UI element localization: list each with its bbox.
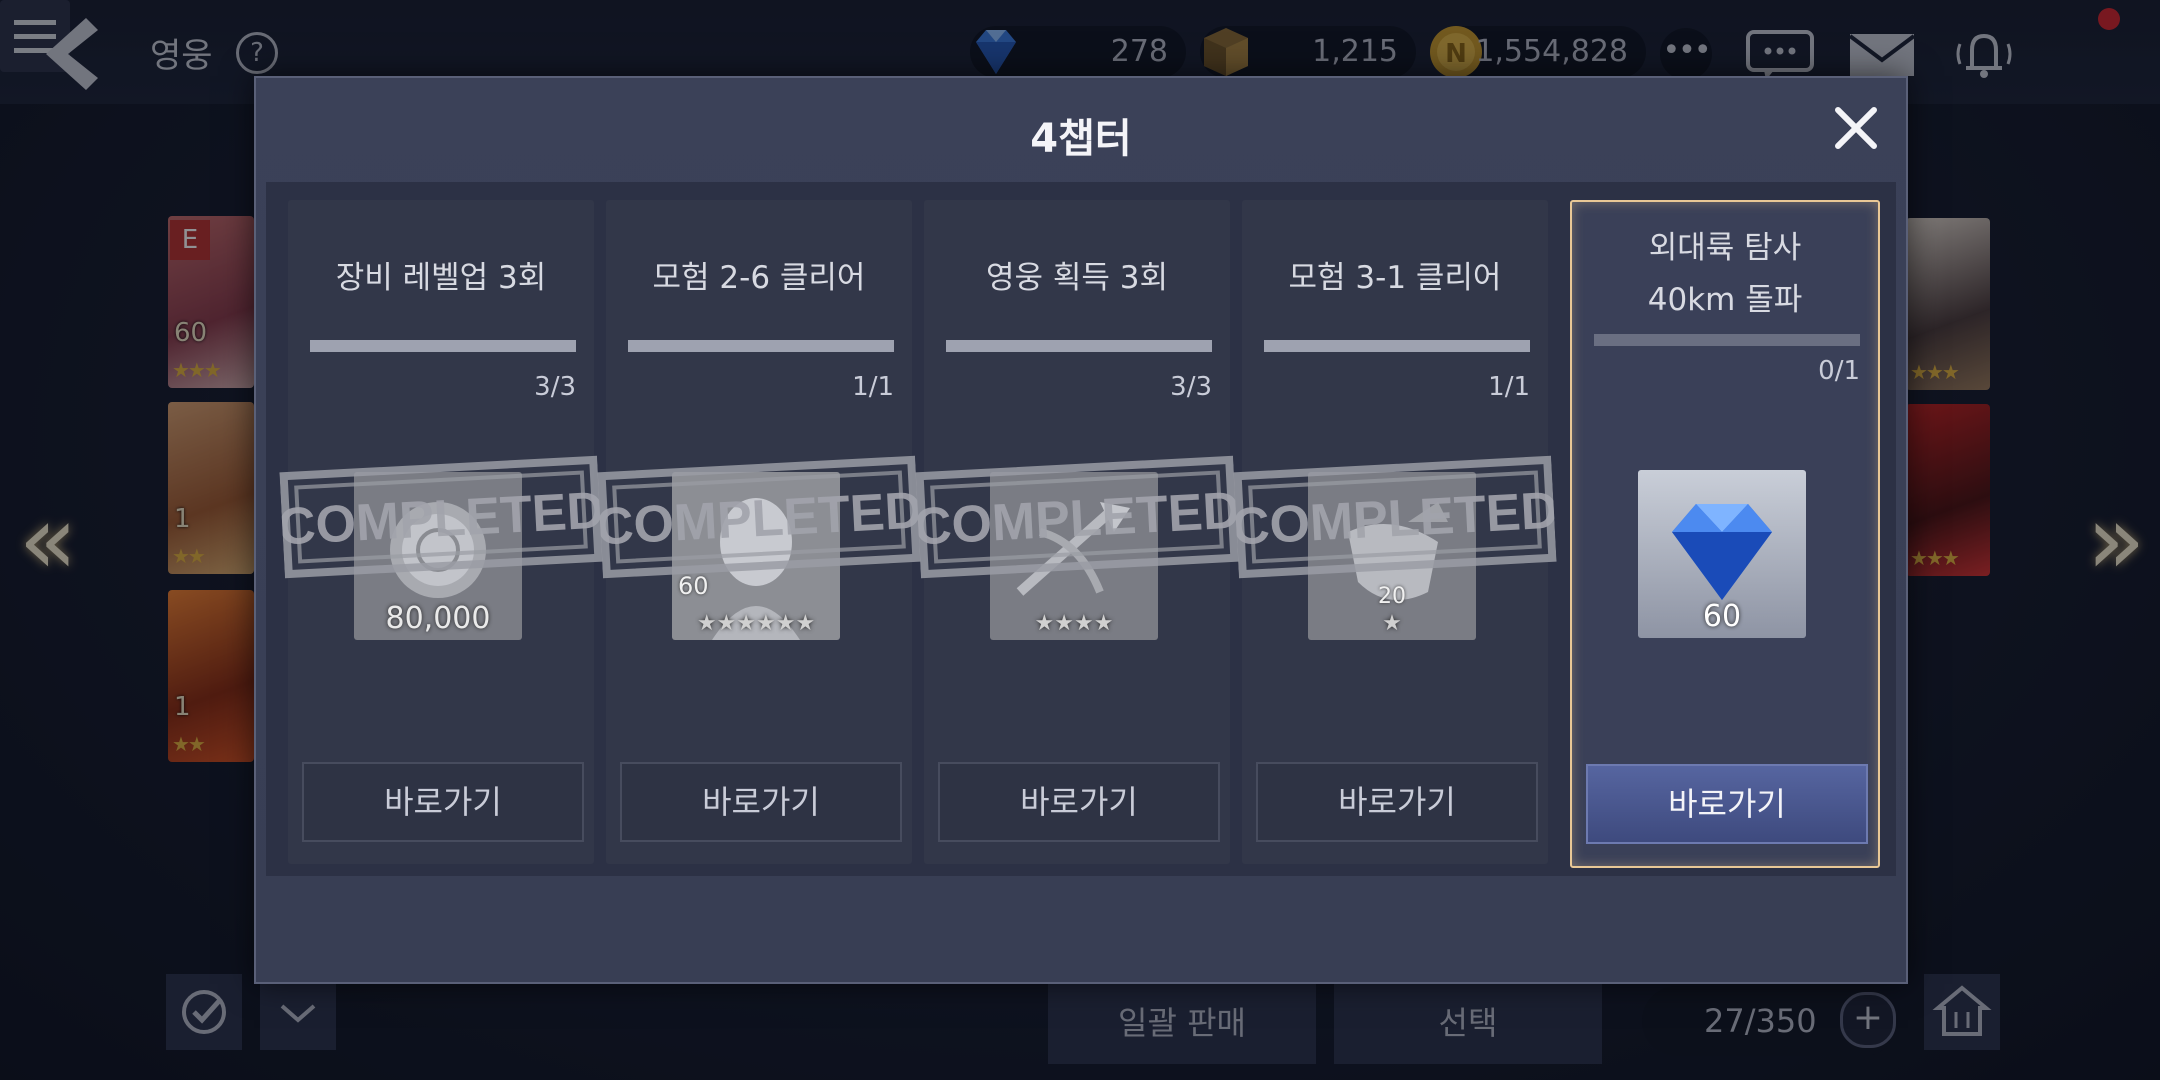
mission-card: 모험 2-6 클리어 1/1 60 ★★★★★★ COMPLETED 바로가기: [595, 200, 924, 864]
completed-stamp-graphic: COMPLETED: [1231, 455, 1560, 579]
reward-stars: ★★★★★★: [696, 611, 816, 636]
mission-card: 모험 3-1 클리어 1/1 20 ★ COMPLETED 바로가기: [1231, 200, 1560, 864]
stamp-text: COMPLETED: [597, 481, 920, 556]
completed-stamp: COMPLETED: [1231, 454, 1560, 580]
progress-text: 0/1: [1818, 356, 1860, 386]
mission-title: 외대륙 탐사 40km 돌파: [1572, 222, 1878, 326]
progress-bar: [628, 340, 894, 352]
mission-title-line2: 40km 돌파: [1647, 282, 1803, 318]
progress-bar: [946, 340, 1212, 352]
progress-fill: [1264, 340, 1530, 352]
reward-stars: ★: [1382, 611, 1402, 636]
stamp-text: COMPLETED: [279, 481, 602, 556]
go-button[interactable]: 바로가기: [938, 762, 1220, 842]
reward-amount: 60: [1702, 599, 1742, 634]
mission-title: 장비 레벨업 3회: [335, 260, 547, 296]
modal-title: 4챕터: [1030, 116, 1132, 162]
mission-list: 장비 레벨업 3회 3/3 80,000 COMPLETED 바로가기 모험 2…: [266, 182, 1896, 876]
reward-amount: 80,000: [385, 601, 491, 636]
completed-stamp-graphic: COMPLETED: [595, 455, 924, 579]
progress-fill: [310, 340, 576, 352]
progress-fill: [946, 340, 1212, 352]
completed-stamp-graphic: COMPLETED: [913, 455, 1242, 579]
go-button[interactable]: 바로가기: [620, 762, 902, 842]
mission-title-line1: 외대륙 탐사: [1648, 230, 1802, 266]
reward-slot[interactable]: 60: [1638, 470, 1806, 638]
close-icon: [1835, 107, 1877, 149]
mission-title: 모험 2-6 클리어: [652, 260, 866, 296]
mission-card: 장비 레벨업 3회 3/3 80,000 COMPLETED 바로가기: [277, 200, 606, 864]
go-button[interactable]: 바로가기: [1586, 764, 1868, 844]
reward-level: 60: [678, 572, 709, 600]
mission-title: 모험 3-1 클리어: [1288, 260, 1502, 296]
completed-stamp-graphic: COMPLETED: [277, 455, 606, 579]
progress-text: 3/3: [534, 372, 576, 402]
progress-fill: [628, 340, 894, 352]
close-button[interactable]: [1828, 100, 1884, 156]
completed-stamp: COMPLETED: [595, 454, 924, 580]
go-button[interactable]: 바로가기: [302, 762, 584, 842]
go-button[interactable]: 바로가기: [1256, 762, 1538, 842]
stamp-text: COMPLETED: [915, 481, 1238, 556]
stamp-text: COMPLETED: [1233, 481, 1556, 556]
reward-stars: ★★★★: [1034, 611, 1114, 636]
mission-card: 영웅 획득 3회 3/3 ★★★★ COMPLETED 바로가기: [913, 200, 1242, 864]
chapter-mission-modal: 4챕터 장비 레벨업 3회 3/3 80,000 COMPLETED 바로가기 …: [254, 76, 1908, 984]
progress-bar: [1594, 334, 1860, 346]
reward-level: 20: [1378, 584, 1406, 609]
completed-stamp: COMPLETED: [277, 454, 606, 580]
progress-text: 1/1: [852, 372, 894, 402]
completed-stamp: COMPLETED: [913, 454, 1242, 580]
progress-text: 3/3: [1170, 372, 1212, 402]
mission-title: 영웅 획득 3회: [985, 260, 1169, 296]
progress-bar: [310, 340, 576, 352]
progress-text: 1/1: [1488, 372, 1530, 402]
progress-bar: [1264, 340, 1530, 352]
mission-card-active: 외대륙 탐사 40km 돌파 0/1 60 바로가기: [1570, 200, 1880, 868]
